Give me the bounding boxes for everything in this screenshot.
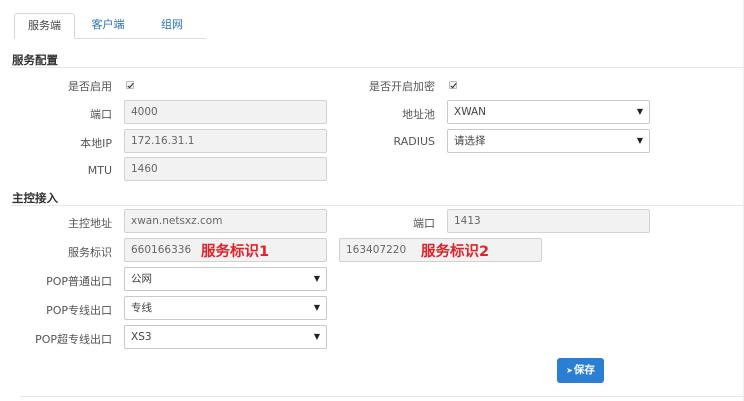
local-ip-input[interactable]: 172.16.31.1 [124, 129, 327, 153]
master-port-label: 端口 [413, 217, 435, 230]
encrypt-checkbox[interactable] [449, 81, 457, 89]
address-pool-value: XWAN [454, 106, 487, 118]
mtu-input[interactable]: 1460 [124, 157, 327, 181]
pop-super-value: XS3 [131, 331, 152, 343]
master-address-input[interactable]: xwan.netsxz.com [124, 209, 327, 233]
tab-server[interactable]: 服务端 [14, 13, 75, 39]
radius-select[interactable]: 请选择 ▼ [447, 129, 650, 153]
save-button[interactable]: ➤保存 [557, 358, 604, 383]
section-divider [10, 67, 744, 68]
tab-network[interactable]: 组网 [140, 13, 204, 39]
pop-dedicated-select[interactable]: 专线 ▼ [124, 296, 327, 320]
section-title-master-access: 主控接入 [12, 191, 58, 205]
pop-normal-select[interactable]: 公网 ▼ [124, 267, 327, 291]
chevron-down-icon: ▼ [313, 274, 320, 283]
bottom-divider [20, 396, 744, 397]
pop-super-label: POP超专线出口 [35, 333, 112, 346]
radius-value: 请选择 [454, 135, 486, 147]
tab-bar: 服务端 客户端 组网 [0, 0, 744, 39]
section-divider [10, 205, 744, 206]
chevron-down-icon: ▼ [313, 332, 320, 341]
port-input[interactable]: 4000 [124, 100, 327, 124]
save-button-label: 保存 [573, 364, 595, 376]
master-port-input[interactable]: 1413 [447, 209, 650, 233]
annotation-service-id-1: 服务标识1 [201, 244, 270, 260]
pop-super-select[interactable]: XS3 ▼ [124, 325, 327, 349]
section-title-service-config: 服务配置 [12, 53, 58, 67]
address-pool-label: 地址池 [402, 108, 435, 121]
radius-label: RADIUS [393, 135, 435, 148]
encrypt-label: 是否开启加密 [369, 80, 435, 93]
master-address-label: 主控地址 [68, 217, 112, 230]
chevron-down-icon: ▼ [636, 107, 643, 116]
pop-dedicated-label: POP专线出口 [46, 304, 112, 317]
port-label: 端口 [90, 108, 112, 121]
mtu-label: MTU [87, 164, 112, 177]
chevron-down-icon: ▼ [636, 136, 643, 145]
service-id-label: 服务标识 [68, 246, 112, 259]
pop-normal-value: 公网 [131, 273, 152, 285]
send-icon: ➤ [566, 366, 573, 375]
enable-label: 是否启用 [68, 80, 112, 93]
local-ip-label: 本地IP [80, 137, 112, 150]
address-pool-select[interactable]: XWAN ▼ [447, 100, 650, 124]
pop-dedicated-value: 专线 [131, 302, 152, 314]
tab-client[interactable]: 客户端 [77, 13, 139, 39]
enable-checkbox[interactable] [126, 81, 134, 89]
pop-normal-label: POP普通出口 [46, 275, 112, 288]
chevron-down-icon: ▼ [313, 303, 320, 312]
annotation-service-id-2: 服务标识2 [421, 244, 490, 260]
